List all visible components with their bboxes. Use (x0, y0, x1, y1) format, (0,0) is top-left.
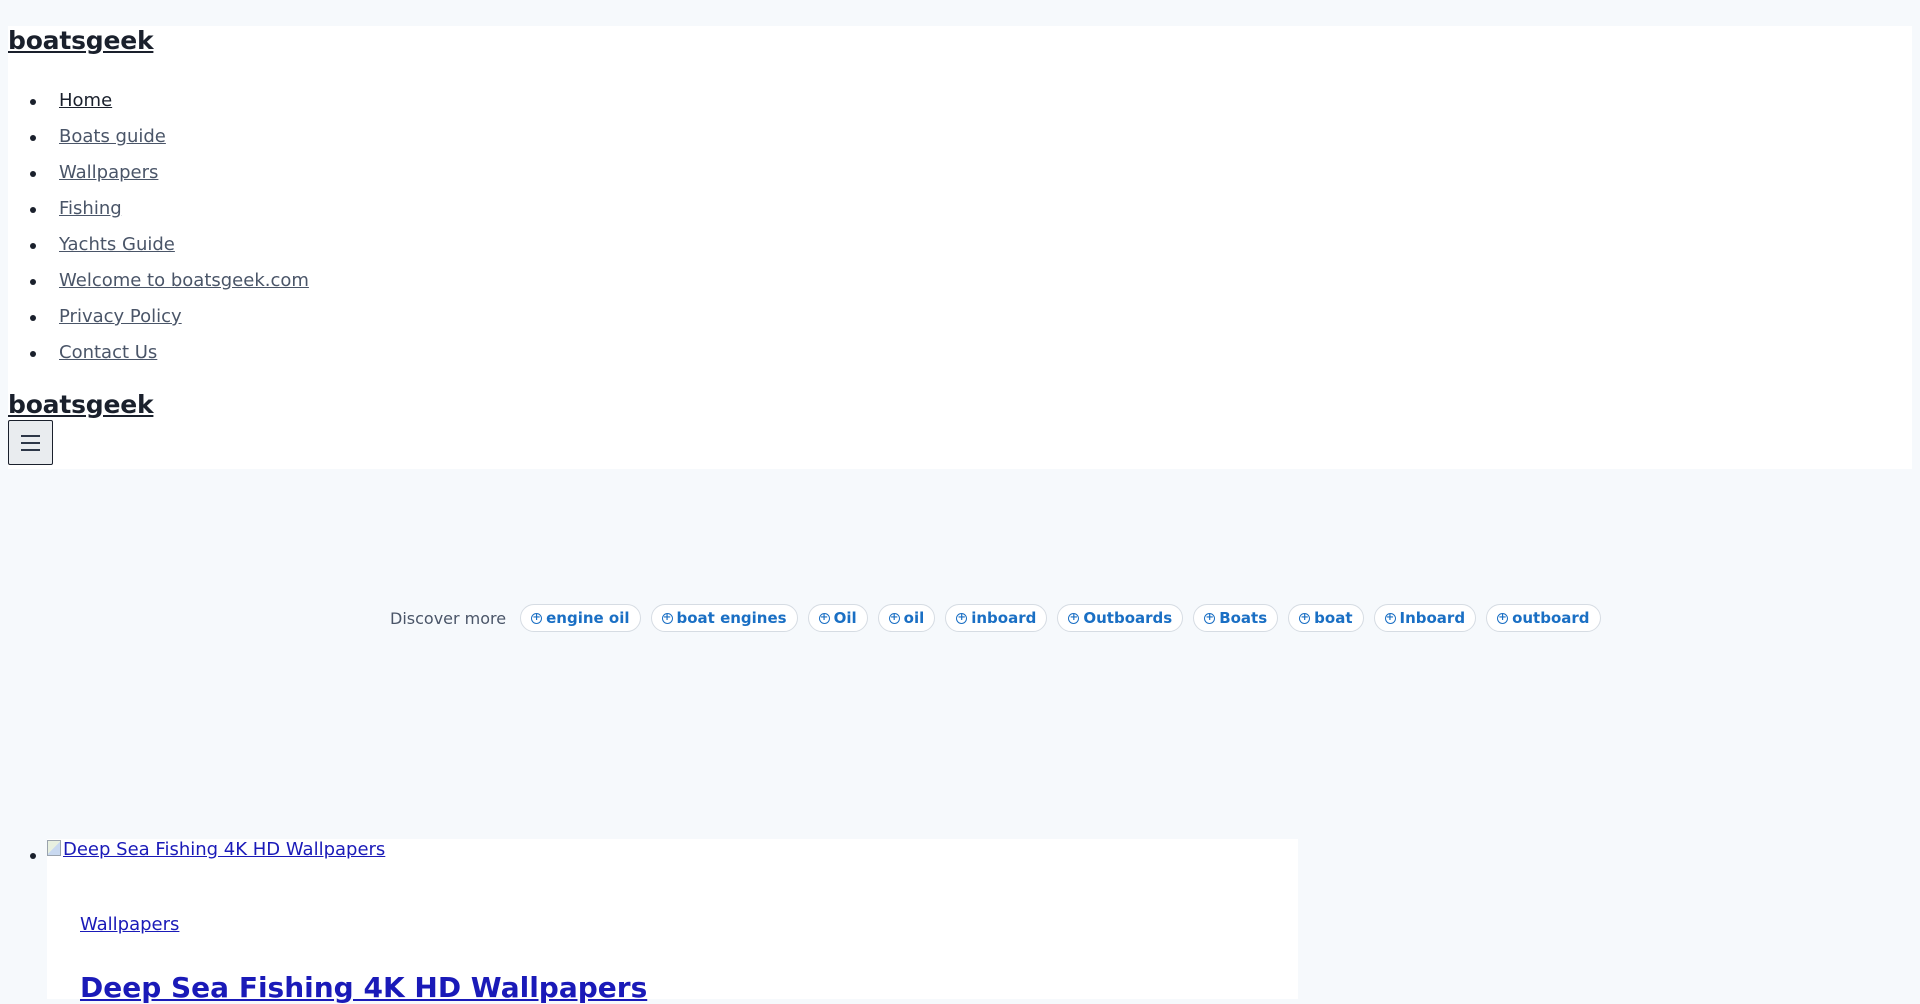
post-title-link[interactable]: Deep Sea Fishing 4K HD Wallpapers (80, 971, 647, 1004)
discover-chip-boat-engines[interactable]: + boat engines (650, 604, 798, 632)
discover-chip-boats[interactable]: + Boats (1193, 604, 1279, 632)
discover-chip-inboard[interactable]: + inboard (945, 604, 1048, 632)
chip-label: boat (1314, 609, 1353, 627)
post-category-link[interactable]: Wallpapers (80, 914, 179, 935)
hamburger-icon (21, 434, 40, 437)
discover-chip-outboard[interactable]: + outboard (1486, 604, 1601, 632)
nav-link-wallpapers[interactable]: Wallpapers (59, 162, 158, 183)
plus-circle-icon: + (1204, 612, 1216, 624)
plus-circle-icon: + (956, 612, 968, 624)
nav-link-yachts-guide[interactable]: Yachts Guide (59, 234, 175, 255)
hamburger-icon-bar (21, 448, 40, 451)
nav-item-home: Home (8, 87, 309, 123)
post-thumbnail-link[interactable]: Deep Sea Fishing 4K HD Wallpapers (47, 839, 385, 860)
discover-more-bar: Discover more + engine oil + boat engines … (390, 604, 1601, 632)
plus-circle-icon: + (1299, 612, 1311, 624)
nav-link-fishing[interactable]: Fishing (59, 198, 122, 219)
plus-circle-icon: + (818, 612, 830, 624)
main-nav: Home Boats guide Wallpapers Fishing Yach… (8, 87, 309, 375)
chip-label: Oil (833, 609, 857, 627)
list-bullet (30, 853, 36, 859)
post-card: Deep Sea Fishing 4K HD Wallpapers Wallpa… (47, 839, 1298, 1004)
chip-label: engine oil (546, 609, 630, 627)
post-thumbnail-alt: Deep Sea Fishing 4K HD Wallpapers (63, 839, 386, 860)
plus-circle-icon: + (888, 612, 900, 624)
discover-chip-engine-oil[interactable]: + engine oil (520, 604, 641, 632)
discover-chip-inboard-capital[interactable]: + Inboard (1373, 604, 1477, 632)
plus-circle-icon: + (531, 612, 543, 624)
nav-item-wallpapers: Wallpapers (8, 159, 309, 195)
chip-label: outboard (1512, 609, 1590, 627)
nav-item-fishing: Fishing (8, 195, 309, 231)
broken-image-icon (47, 840, 61, 856)
plus-circle-icon: + (1497, 612, 1509, 624)
nav-item-yachts-guide: Yachts Guide (8, 231, 309, 267)
nav-item-contact-us: Contact Us (8, 339, 309, 375)
plus-circle-icon: + (661, 612, 673, 624)
nav-link-contact-us[interactable]: Contact Us (59, 342, 157, 363)
discover-chip-oil[interactable]: + oil (877, 604, 936, 632)
chip-label: Boats (1219, 609, 1268, 627)
site-header: boatsgeek Home Boats guide Wallpapers Fi… (8, 26, 1912, 469)
plus-circle-icon: + (1068, 612, 1080, 624)
menu-toggle-button[interactable] (8, 420, 53, 465)
discover-chip-outboards[interactable]: + Outboards (1057, 604, 1184, 632)
chip-label: Inboard (1399, 609, 1466, 627)
chip-label: Outboards (1083, 609, 1173, 627)
chip-label: oil (903, 609, 925, 627)
discover-chip-boat[interactable]: + boat (1288, 604, 1364, 632)
hamburger-icon-bar (21, 441, 40, 444)
discover-chip-oil-capital[interactable]: + Oil (807, 604, 868, 632)
nav-link-home[interactable]: Home (59, 90, 112, 111)
nav-item-boats-guide: Boats guide (8, 123, 309, 159)
chip-label: inboard (971, 609, 1037, 627)
nav-link-welcome[interactable]: Welcome to boatsgeek.com (59, 270, 309, 291)
nav-item-privacy-policy: Privacy Policy (8, 303, 309, 339)
chip-label: boat engines (676, 609, 787, 627)
plus-circle-icon: + (1384, 612, 1396, 624)
nav-link-privacy-policy[interactable]: Privacy Policy (59, 306, 182, 327)
mobile-site-title-link[interactable]: boatsgeek (8, 390, 154, 419)
nav-link-boats-guide[interactable]: Boats guide (59, 126, 166, 147)
discover-more-label: Discover more (390, 608, 507, 628)
nav-item-welcome: Welcome to boatsgeek.com (8, 267, 309, 303)
site-title-link[interactable]: boatsgeek (8, 26, 154, 55)
